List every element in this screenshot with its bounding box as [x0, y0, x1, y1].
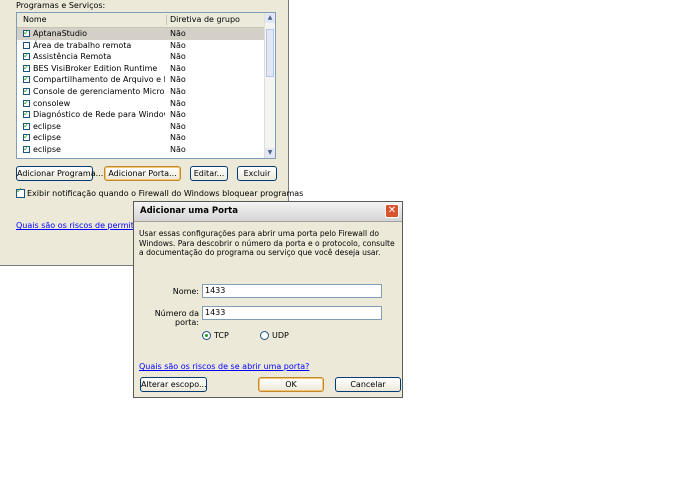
dialog-title-bar[interactable]: Adicionar uma Porta ✕ [134, 202, 402, 222]
programs-list[interactable]: Nome Diretiva de grupo AptanaStudioNãoÁr… [16, 12, 276, 159]
name-field[interactable]: 1433 [202, 284, 382, 298]
list-item[interactable]: eclipse Não [17, 131, 266, 144]
checkbox-icon[interactable] [23, 27, 30, 39]
port-number-label: Número da porta: [154, 309, 199, 327]
program-name: eclipse [33, 121, 61, 131]
list-item[interactable]: Diagnóstico de Rede para Windows XP Não [17, 108, 266, 121]
port-risk-link[interactable]: Quais são os riscos de se abrir uma port… [139, 362, 309, 371]
scroll-up-arrow-icon[interactable]: ▲ [265, 13, 275, 23]
program-name: BES VisiBroker Edition Runtime [33, 63, 158, 73]
dialog-title: Adicionar uma Porta [140, 206, 238, 216]
checkbox-icon[interactable] [23, 97, 30, 108]
group-policy-value: Não [170, 87, 186, 96]
list-item[interactable]: BES VisiBroker Edition Runtime Não [17, 62, 266, 75]
checkbox-icon[interactable] [23, 120, 30, 131]
udp-radio[interactable]: UDP [260, 331, 289, 340]
group-policy-value: Não [170, 145, 186, 154]
column-header-name[interactable]: Nome [23, 15, 47, 24]
checkbox-icon[interactable] [23, 108, 30, 120]
checkbox-icon[interactable] [23, 50, 30, 62]
edit-button[interactable]: Editar... [190, 166, 228, 181]
list-item[interactable]: consolew Não [17, 97, 266, 110]
group-policy-value: Não [170, 63, 186, 73]
column-header-policy[interactable]: Diretiva de grupo [170, 15, 240, 24]
list-item[interactable]: eclipse Não [17, 120, 266, 133]
add-port-dialog: Adicionar uma Porta ✕ Usar essas configu… [133, 201, 403, 398]
group-policy-value: Não [170, 133, 186, 143]
list-header: Nome Diretiva de grupo [17, 13, 266, 28]
program-name: AptanaStudio [33, 29, 88, 38]
program-name: eclipse [33, 133, 61, 143]
program-name: Compartilhamento de Arquivo e Impres... [33, 75, 165, 85]
udp-label: UDP [272, 331, 289, 340]
checkbox-icon[interactable] [23, 62, 30, 73]
group-policy-value: Não [170, 98, 186, 108]
group-policy-value: Não [170, 110, 186, 120]
checkbox-icon[interactable] [16, 186, 25, 198]
list-item[interactable]: AptanaStudio Não [17, 27, 266, 40]
list-item[interactable]: Console de gerenciamento Microsoft Não [17, 85, 266, 98]
checkbox-icon[interactable] [23, 143, 30, 155]
checkbox-icon[interactable] [23, 73, 30, 85]
checkbox-icon[interactable] [23, 85, 30, 97]
group-policy-value: Não [170, 52, 186, 62]
close-icon[interactable]: ✕ [385, 204, 399, 218]
program-name: Assistência Remota [33, 52, 112, 62]
port-number-field[interactable]: 1433 [202, 306, 382, 320]
tcp-radio[interactable]: TCP [202, 331, 229, 340]
dialog-description: Usar essas configurações para abrir uma … [139, 229, 395, 257]
notify-checkbox[interactable]: Exibir notificação quando o Firewall do … [16, 186, 304, 198]
group-policy-value: Não [170, 121, 186, 131]
checkbox-icon[interactable] [23, 41, 30, 49]
add-program-button[interactable]: Adicionar Programa... [16, 166, 103, 181]
change-scope-button[interactable]: Alterar escopo... [140, 377, 207, 392]
radio-selected-icon[interactable] [202, 331, 211, 340]
programs-services-label: Programas e Serviços: [16, 1, 106, 10]
ok-button[interactable]: OK [258, 377, 324, 392]
group-policy-value: Não [170, 40, 186, 50]
list-item[interactable]: Compartilhamento de Arquivo e Impres... N… [17, 73, 266, 86]
program-name: Diagnóstico de Rede para Windows XP [33, 110, 165, 120]
list-item[interactable]: eclipse Não [17, 143, 266, 156]
notify-checkbox-label: Exibir notificação quando o Firewall do … [27, 189, 304, 198]
delete-button[interactable]: Excluir [237, 166, 277, 181]
tcp-label: TCP [214, 331, 229, 340]
program-name: Área de trabalho remota [33, 40, 132, 50]
radio-icon[interactable] [260, 331, 269, 340]
group-policy-value: Não [170, 75, 186, 85]
checkbox-icon[interactable] [23, 131, 30, 143]
program-name: consolew [33, 98, 71, 108]
name-label: Nome: [172, 287, 199, 296]
list-scrollbar[interactable]: ▲ ▼ [264, 13, 275, 158]
scroll-thumb[interactable] [266, 29, 274, 77]
cancel-button[interactable]: Cancelar [335, 377, 401, 392]
add-port-button[interactable]: Adicionar Porta... [104, 166, 181, 181]
program-name: Console de gerenciamento Microsoft [33, 87, 165, 96]
scroll-down-arrow-icon[interactable]: ▼ [265, 148, 275, 158]
list-item[interactable]: Área de trabalho remota Não [17, 40, 266, 52]
program-name: eclipse [33, 145, 61, 154]
group-policy-value: Não [170, 29, 186, 38]
list-item[interactable]: Assistência Remota Não [17, 50, 266, 63]
